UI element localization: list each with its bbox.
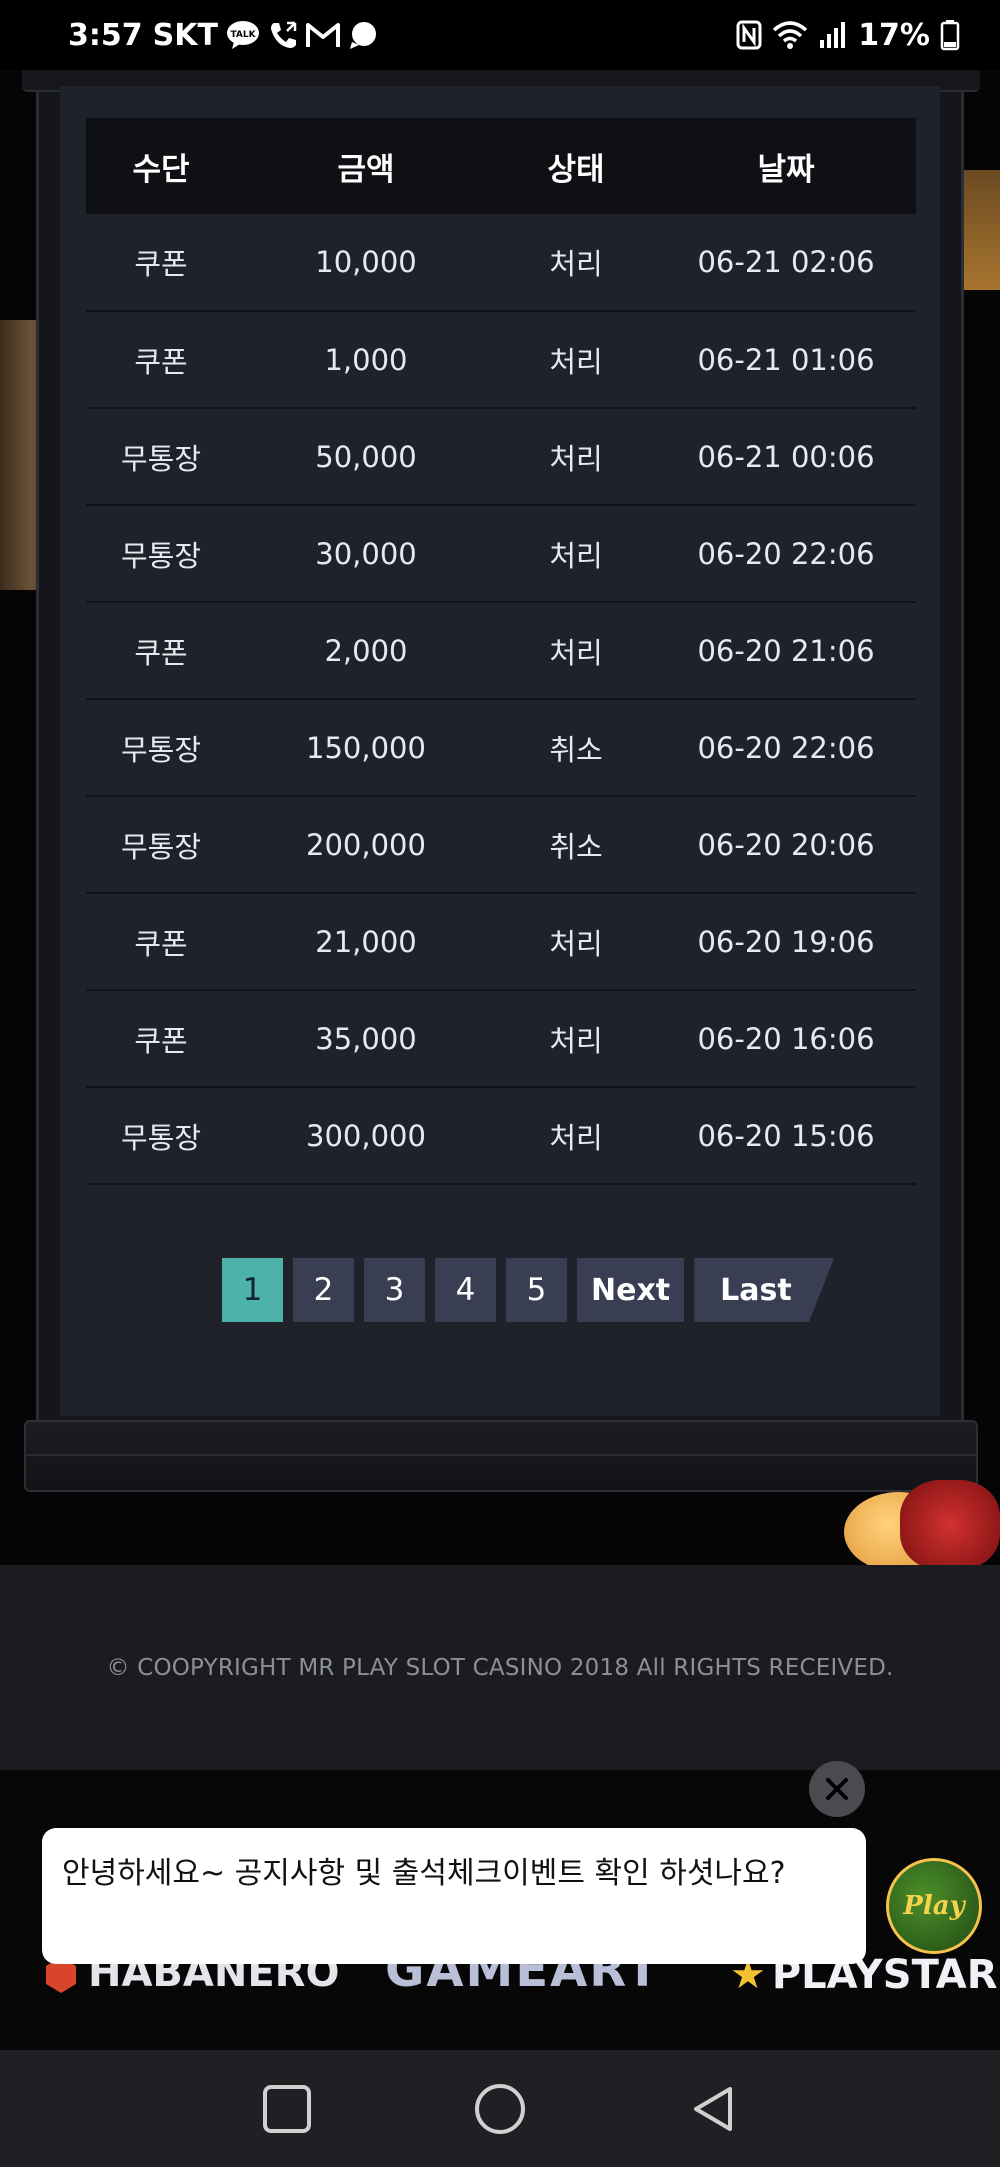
nfc-icon <box>736 20 762 50</box>
cell-method: 쿠폰 <box>86 990 236 1088</box>
page-3-button[interactable]: 3 <box>364 1258 425 1322</box>
cell-date: 06-21 01:06 <box>656 311 916 409</box>
cell-method: 쿠폰 <box>86 602 236 700</box>
cell-date: 06-20 20:06 <box>656 796 916 894</box>
cell-date: 06-20 19:06 <box>656 893 916 991</box>
cell-method: 쿠폰 <box>86 893 236 991</box>
cell-date: 06-20 22:06 <box>656 505 916 603</box>
mascot-image <box>840 1480 1000 1565</box>
cell-date: 06-21 02:06 <box>656 214 916 312</box>
history-table: 수단 금액 상태 날짜 쿠폰 10,000 처리 06-21 02:06 쿠폰 1,00… <box>86 118 916 1185</box>
last-page-button[interactable]: Last <box>694 1258 835 1322</box>
cell-amount: 10,000 <box>236 214 496 312</box>
table-row: 쿠폰 2,000 처리 06-20 21:06 <box>86 602 916 700</box>
header-method: 수단 <box>86 118 236 214</box>
cell-date: 06-20 22:06 <box>656 699 916 797</box>
cell-status: 처리 <box>496 893 656 991</box>
cell-status: 처리 <box>496 214 656 312</box>
cell-status: 처리 <box>496 1087 656 1185</box>
phone-icon <box>268 20 298 50</box>
page-2-button[interactable]: 2 <box>293 1258 354 1322</box>
recents-button[interactable] <box>247 2069 327 2149</box>
gmail-icon <box>305 21 340 49</box>
background-art-right <box>960 170 1000 290</box>
table-row: 쿠폰 21,000 처리 06-20 19:06 <box>86 893 916 991</box>
close-popup-button[interactable] <box>809 1761 865 1817</box>
talk-icon: TALK <box>226 20 260 50</box>
page-1-button[interactable]: 1 <box>222 1258 283 1322</box>
cell-amount: 1,000 <box>236 311 496 409</box>
cell-method: 무통장 <box>86 1087 236 1185</box>
table-row: 무통장 200,000 취소 06-20 20:06 <box>86 796 916 894</box>
cell-status: 처리 <box>496 602 656 700</box>
cell-date: 06-20 21:06 <box>656 602 916 700</box>
cell-amount: 35,000 <box>236 990 496 1088</box>
cell-amount: 300,000 <box>236 1087 496 1185</box>
page-4-button[interactable]: 4 <box>435 1258 496 1322</box>
table-row: 쿠폰 1,000 처리 06-21 01:06 <box>86 311 916 409</box>
table-row: 무통장 30,000 처리 06-20 22:06 <box>86 505 916 603</box>
next-page-button[interactable]: Next <box>577 1258 685 1322</box>
table-header-row: 수단 금액 상태 날짜 <box>86 118 916 214</box>
status-bar: 3:57 SKT TALK 17% <box>0 0 1000 70</box>
cell-method: 무통장 <box>86 408 236 506</box>
signal-icon <box>818 20 848 50</box>
cell-method: 쿠폰 <box>86 214 236 312</box>
battery-percent: 17% <box>858 17 930 53</box>
scroll-bottom-rod <box>24 1420 978 1492</box>
cell-date: 06-20 15:06 <box>656 1087 916 1185</box>
svg-text:TALK: TALK <box>230 30 256 40</box>
home-button[interactable] <box>460 2069 540 2149</box>
table-row: 무통장 150,000 취소 06-20 22:06 <box>86 699 916 797</box>
battery-icon <box>940 19 960 51</box>
cell-amount: 200,000 <box>236 796 496 894</box>
cell-status: 처리 <box>496 505 656 603</box>
back-button[interactable] <box>673 2069 753 2149</box>
cell-status: 처리 <box>496 311 656 409</box>
cell-amount: 50,000 <box>236 408 496 506</box>
status-time: 3:57 <box>68 17 143 53</box>
header-date: 날짜 <box>656 118 916 214</box>
cell-amount: 30,000 <box>236 505 496 603</box>
header-amount: 금액 <box>236 118 496 214</box>
home-icon <box>474 2083 525 2134</box>
table-row: 무통장 300,000 처리 06-20 15:06 <box>86 1087 916 1185</box>
cell-method: 쿠폰 <box>86 311 236 409</box>
cell-amount: 21,000 <box>236 893 496 991</box>
cell-status: 취소 <box>496 699 656 797</box>
cell-method: 무통장 <box>86 699 236 797</box>
cell-date: 06-21 00:06 <box>656 408 916 506</box>
cell-status: 처리 <box>496 990 656 1088</box>
cell-amount: 150,000 <box>236 699 496 797</box>
page-5-button[interactable]: 5 <box>506 1258 567 1322</box>
cell-method: 무통장 <box>86 796 236 894</box>
table-row: 쿠폰 10,000 처리 06-21 02:06 <box>86 214 916 312</box>
cell-date: 06-20 16:06 <box>656 990 916 1088</box>
recents-icon <box>262 2084 311 2133</box>
chat-message-bubble[interactable]: 안녕하세요~ 공지사항 및 출석체크이벤트 확인 하셧나요? <box>42 1828 866 1964</box>
footer: © COOPYRIGHT MR PLAY SLOT CASINO 2018 Al… <box>0 1565 1000 1770</box>
system-nav-bar <box>0 2050 1000 2167</box>
copyright-text: © COOPYRIGHT MR PLAY SLOT CASINO 2018 Al… <box>106 1654 894 1681</box>
chat-message-text: 안녕하세요~ 공지사항 및 출석체크이벤트 확인 하셧나요? <box>62 1856 786 1891</box>
cell-amount: 2,000 <box>236 602 496 700</box>
back-icon <box>694 2086 733 2131</box>
avatar-logo-text: Play <box>903 1891 965 1921</box>
cell-method: 무통장 <box>86 505 236 603</box>
chat-avatar[interactable]: Play <box>886 1858 982 1954</box>
close-icon <box>826 1778 848 1800</box>
cell-status: 취소 <box>496 796 656 894</box>
cell-status: 처리 <box>496 408 656 506</box>
header-status: 상태 <box>496 118 656 214</box>
table-row: 무통장 50,000 처리 06-21 00:06 <box>86 408 916 506</box>
pagination: 1 2 3 4 5 Next Last <box>222 1258 835 1322</box>
chat-icon <box>348 20 378 50</box>
wifi-icon <box>772 20 808 50</box>
status-carrier: SKT <box>152 17 218 53</box>
table-row: 쿠폰 35,000 처리 06-20 16:06 <box>86 990 916 1088</box>
